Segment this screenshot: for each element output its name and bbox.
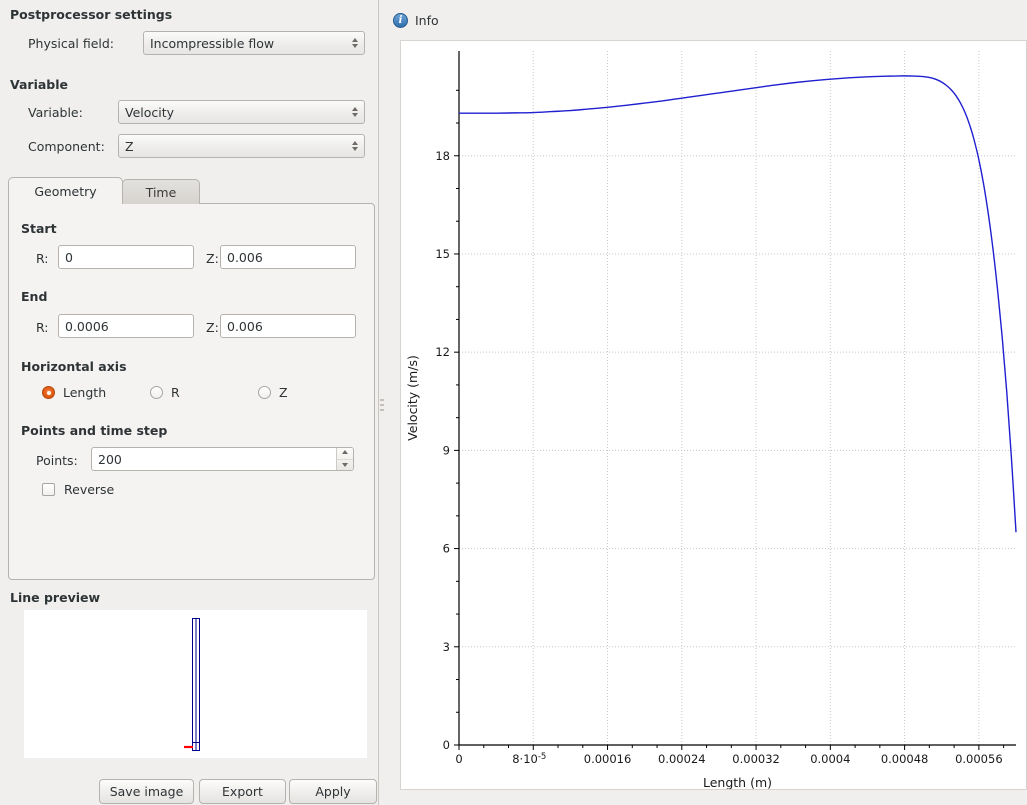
end-z-value: 0.006 <box>227 319 263 334</box>
velocity-curve <box>459 76 1016 532</box>
info-bar[interactable]: i Info <box>386 10 439 30</box>
radio-z-label: Z <box>279 385 288 400</box>
postprocessor-settings-title: Postprocessor settings <box>10 7 172 22</box>
line-preview-title: Line preview <box>10 590 100 605</box>
radio-horizontal-axis-length[interactable]: Length <box>42 385 106 400</box>
reverse-label: Reverse <box>64 482 114 497</box>
start-r-value: 0 <box>65 250 73 265</box>
save-image-button[interactable]: Save image <box>99 779 194 804</box>
info-icon: i <box>393 13 408 28</box>
y-tick-label: 6 <box>443 542 450 556</box>
points-timestep-title: Points and time step <box>21 423 167 438</box>
x-tick-label: 0.00016 <box>584 752 632 766</box>
chart-minor-ticks <box>456 90 1004 748</box>
radio-r-icon <box>150 386 163 399</box>
x-tick-label: 0 <box>455 752 462 766</box>
reverse-checkbox-row[interactable]: Reverse <box>42 482 114 497</box>
start-r-label: R: <box>36 251 49 266</box>
x-tick-label: 0.0004 <box>810 752 850 766</box>
chevron-updown-icon <box>352 135 358 157</box>
chart-axes <box>459 51 1016 745</box>
radio-horizontal-axis-z[interactable]: Z <box>258 385 288 400</box>
physical-field-select[interactable]: Incompressible flow <box>143 31 365 55</box>
splitter-grip-icon[interactable] <box>380 399 384 411</box>
export-label: Export <box>222 784 263 799</box>
start-title: Start <box>21 221 57 236</box>
y-tick-label: 3 <box>443 640 450 654</box>
export-button[interactable]: Export <box>199 779 286 804</box>
end-title: End <box>21 289 47 304</box>
component-select[interactable]: Z <box>118 134 365 158</box>
x-tick-label: 0.00056 <box>955 752 1003 766</box>
x-tick-label: 0.00048 <box>881 752 929 766</box>
end-r-input[interactable]: 0.0006 <box>58 314 194 338</box>
radio-length-label: Length <box>63 385 106 400</box>
y-tick-label: 9 <box>443 443 450 457</box>
tab-time[interactable]: Time <box>122 179 200 204</box>
end-r-value: 0.0006 <box>65 319 109 334</box>
start-r-input[interactable]: 0 <box>58 245 194 269</box>
points-stepper[interactable]: 200 <box>91 447 354 471</box>
line-preview-graphic <box>24 610 367 758</box>
chart-gridlines <box>459 51 1016 745</box>
postprocessor-window: Postprocessor settings Physical field: I… <box>0 0 1027 805</box>
panel-splitter[interactable] <box>378 0 385 805</box>
reverse-checkbox[interactable] <box>42 483 55 496</box>
y-tick-label: 15 <box>435 247 450 261</box>
velocity-length-chart: 0 8·10-5 0.00016 0.00024 0.00032 0.0004 0.0004… <box>401 41 1026 789</box>
chevron-updown-icon <box>352 32 358 54</box>
variable-value: Velocity <box>125 105 174 120</box>
line-preview-canvas <box>24 610 367 758</box>
save-image-label: Save image <box>110 784 184 799</box>
radio-length-icon <box>42 386 55 399</box>
radio-r-label: R <box>171 385 180 400</box>
start-z-value: 0.006 <box>227 250 263 265</box>
chart-container: 0 8·10-5 0.00016 0.00024 0.00032 0.0004 0.0004… <box>400 40 1027 790</box>
component-value: Z <box>125 139 134 154</box>
info-label: Info <box>415 13 439 28</box>
chevron-updown-icon <box>352 101 358 123</box>
variable-select[interactable]: Velocity <box>118 100 365 124</box>
radio-horizontal-axis-r[interactable]: R <box>150 385 180 400</box>
spin-down-icon[interactable] <box>337 460 353 471</box>
chart-x-tick-labels: 0 8·10-5 0.00016 0.00024 0.00032 0.0004 0.0004… <box>455 752 1002 766</box>
variable-section-title: Variable <box>10 77 68 92</box>
points-spin-buttons[interactable] <box>336 448 353 470</box>
apply-label: Apply <box>315 784 350 799</box>
x-tick-label: 8·10-5 <box>512 752 546 766</box>
variable-label: Variable: <box>28 105 83 120</box>
y-tick-label: 12 <box>435 345 450 359</box>
chart-x-axis-label: Length (m) <box>703 775 772 789</box>
physical-field-label: Physical field: <box>28 36 114 51</box>
y-tick-label: 18 <box>435 149 450 163</box>
geometry-tab-panel: Start R: 0 Z: 0.006 End R: 0.0006 Z: 0.0… <box>8 203 375 580</box>
horizontal-axis-title: Horizontal axis <box>21 359 127 374</box>
chart-y-tick-labels: 0 3 6 9 12 15 18 <box>435 149 450 752</box>
start-z-label: Z: <box>206 251 219 266</box>
settings-panel: Postprocessor settings Physical field: I… <box>0 0 376 805</box>
plot-panel: i Info 0 8·10-5 0.00016 0.00024 0.00032 0.000… <box>386 0 1027 805</box>
points-label: Points: <box>36 453 78 468</box>
tab-geometry[interactable]: Geometry <box>8 177 123 204</box>
tab-geometry-label: Geometry <box>34 184 96 199</box>
chart-major-ticks <box>454 156 979 750</box>
tab-time-label: Time <box>146 185 177 200</box>
physical-field-value: Incompressible flow <box>150 36 274 51</box>
end-r-label: R: <box>36 320 49 335</box>
x-tick-label: 0.00032 <box>732 752 780 766</box>
chart-y-axis-label: Velocity (m/s) <box>405 355 420 441</box>
end-z-input[interactable]: 0.006 <box>220 314 356 338</box>
y-tick-label: 0 <box>443 738 450 752</box>
spin-up-icon[interactable] <box>337 448 353 460</box>
radio-z-icon <box>258 386 271 399</box>
apply-button[interactable]: Apply <box>289 779 377 804</box>
points-value: 200 <box>92 448 336 470</box>
start-z-input[interactable]: 0.006 <box>220 245 356 269</box>
x-tick-label: 0.00024 <box>658 752 706 766</box>
component-label: Component: <box>28 139 105 154</box>
end-z-label: Z: <box>206 320 219 335</box>
